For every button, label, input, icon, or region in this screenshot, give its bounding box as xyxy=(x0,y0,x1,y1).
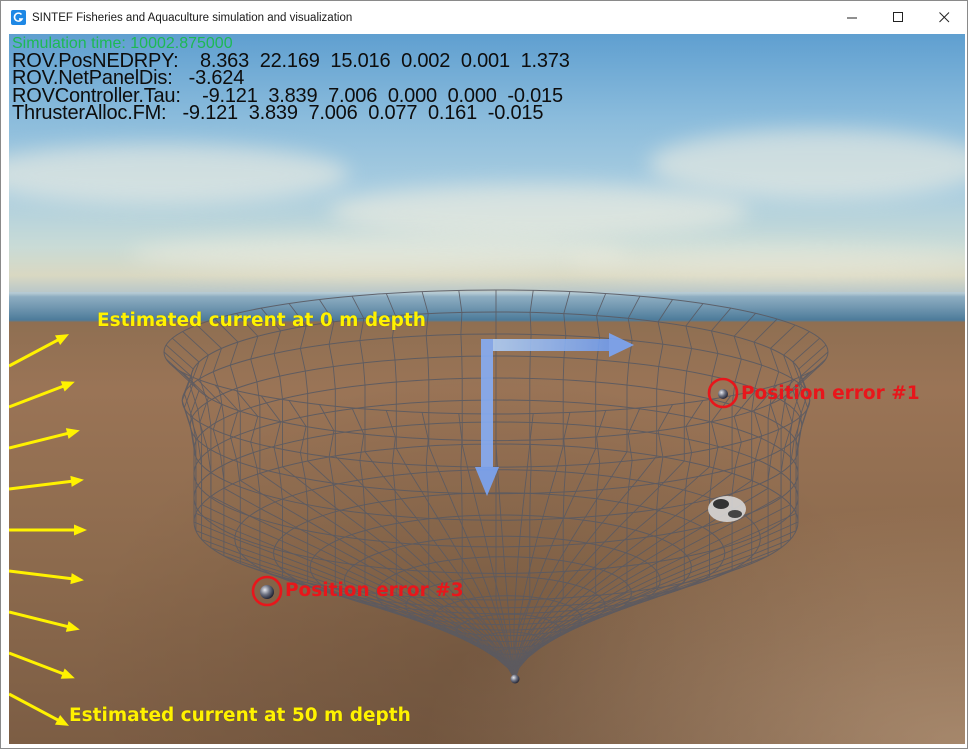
current-arrow-head xyxy=(70,573,84,585)
position-marker-3 xyxy=(260,585,274,599)
current-arrow-head xyxy=(70,475,84,487)
current-arrow-head xyxy=(65,621,80,632)
maximize-icon xyxy=(892,12,903,22)
title-bar[interactable]: SINTEF Fisheries and Aquaculture simulat… xyxy=(1,1,967,34)
current-arrow-head xyxy=(60,381,75,392)
current-arrow-head xyxy=(60,668,75,679)
close-button[interactable] xyxy=(921,1,967,34)
window-title: SINTEF Fisheries and Aquaculture simulat… xyxy=(32,11,353,24)
current-arrow-shaft xyxy=(9,336,63,368)
simulation-viewport[interactable]: Simulation time: 10002.875000 ROV.PosNED… xyxy=(9,34,965,744)
current-arrow-shaft xyxy=(9,383,68,409)
minimize-button[interactable] xyxy=(829,1,875,34)
current-arrow-head xyxy=(65,428,80,439)
current-arrow-shaft xyxy=(9,569,77,581)
current-top-label: Estimated current at 0 m depth xyxy=(97,310,426,331)
current-arrow-shaft xyxy=(9,610,73,630)
net-meridian xyxy=(182,331,516,680)
current-arrow-shaft xyxy=(9,692,63,724)
sintef-app-icon xyxy=(11,10,26,25)
current-arrow-shaft xyxy=(9,651,68,677)
position-error-3-label: Position error #3 xyxy=(285,580,464,601)
net-bottom-weight xyxy=(510,674,520,684)
current-arrows xyxy=(9,334,87,726)
current-arrow-head xyxy=(74,524,87,536)
minimize-icon xyxy=(846,17,857,19)
window-controls xyxy=(829,1,967,34)
current-bottom-label: Estimated current at 50 m depth xyxy=(69,705,411,726)
close-icon xyxy=(938,12,949,23)
current-arrow-shaft xyxy=(9,430,73,450)
rov-object xyxy=(708,496,746,522)
position-marker-1 xyxy=(718,389,728,399)
net-meridian xyxy=(514,400,704,680)
position-error-1-label: Position error #1 xyxy=(741,383,920,404)
app-window: SINTEF Fisheries and Aquaculture simulat… xyxy=(0,0,968,749)
maximize-button[interactable] xyxy=(875,1,921,34)
current-arrow-shaft xyxy=(9,479,77,491)
